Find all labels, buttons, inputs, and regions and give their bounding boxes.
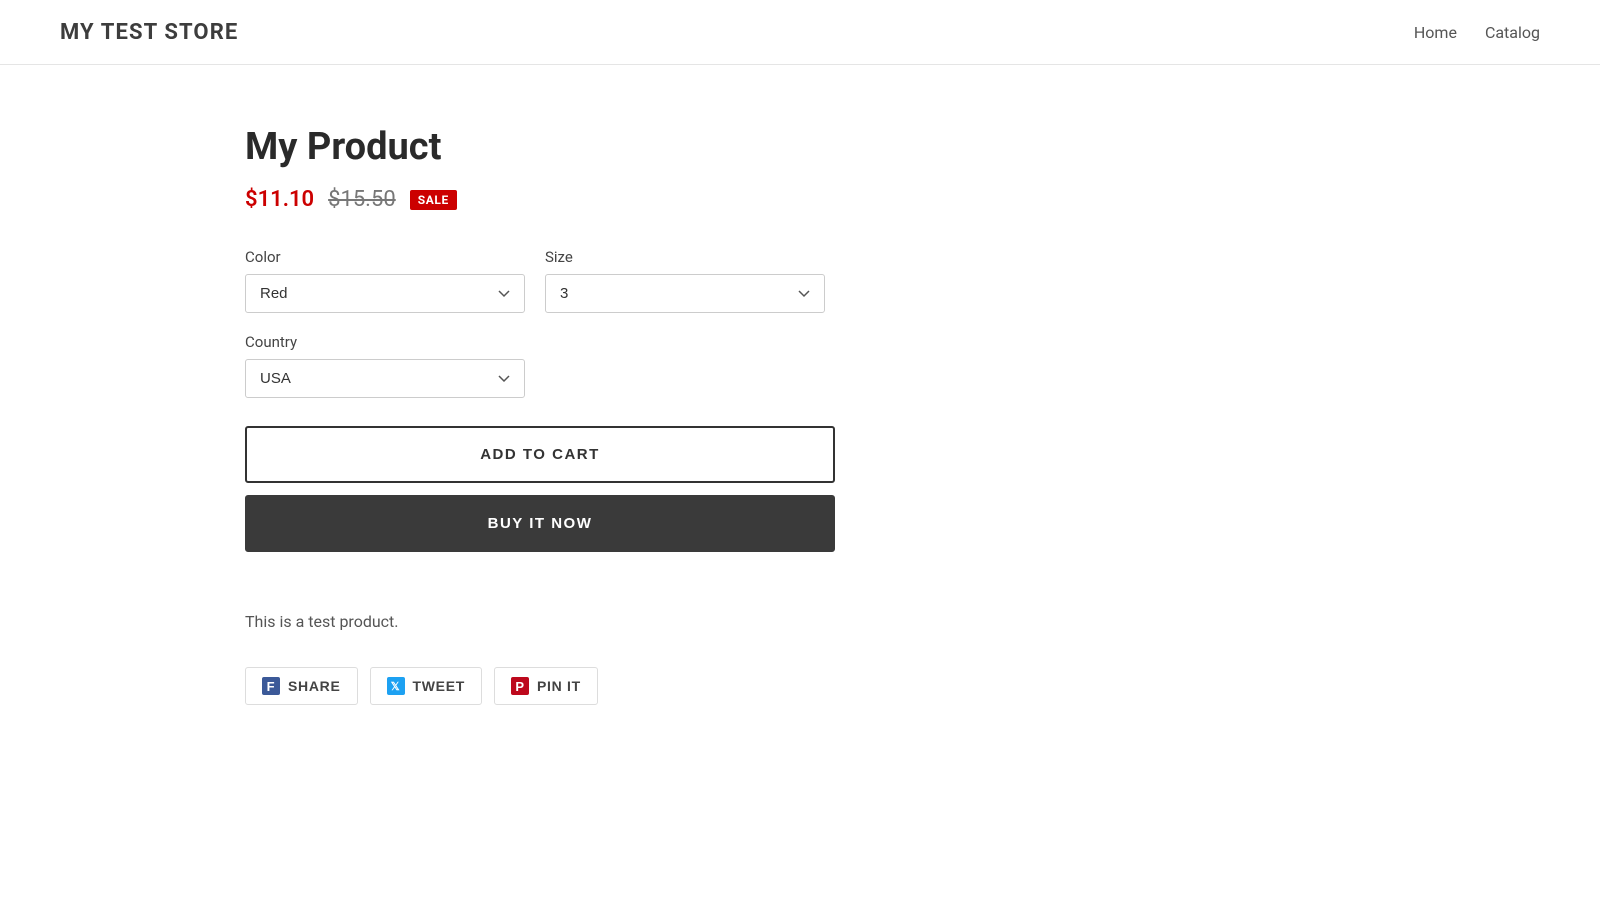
product-description: This is a test product. <box>245 612 1540 631</box>
size-variant-group: Size 1 2 3 4 <box>545 248 825 313</box>
pinterest-icon: P <box>511 677 529 695</box>
buy-now-button[interactable]: BUY IT NOW <box>245 495 835 552</box>
facebook-share-label: SHARE <box>288 678 341 694</box>
buttons-section: ADD TO CART BUY IT NOW <box>245 426 835 552</box>
pinterest-pin-button[interactable]: P PIN IT <box>494 667 598 705</box>
nav-home[interactable]: Home <box>1414 23 1457 42</box>
nav-catalog[interactable]: Catalog <box>1485 23 1540 42</box>
twitter-icon: 𝕏 <box>387 677 405 695</box>
facebook-icon: f <box>262 677 280 695</box>
main-nav: Home Catalog <box>1414 23 1540 42</box>
price-sale: $11.10 <box>245 187 314 212</box>
sale-badge: SALE <box>410 190 457 210</box>
first-variants-row: Color Red Blue Green Size 1 2 3 4 <box>245 248 1540 313</box>
tweet-label: TWEET <box>413 678 466 694</box>
country-variant-group: Country USA UK Canada <box>245 333 1540 398</box>
color-variant-group: Color Red Blue Green <box>245 248 525 313</box>
price-row: $11.10 $15.50 SALE <box>245 187 1540 212</box>
facebook-share-button[interactable]: f SHARE <box>245 667 358 705</box>
variants-section: Color Red Blue Green Size 1 2 3 4 Countr… <box>245 248 1540 398</box>
size-select[interactable]: 1 2 3 4 <box>545 274 825 313</box>
twitter-tweet-button[interactable]: 𝕏 TWEET <box>370 667 483 705</box>
country-select[interactable]: USA UK Canada <box>245 359 525 398</box>
price-original: $15.50 <box>328 187 396 212</box>
add-to-cart-button[interactable]: ADD TO CART <box>245 426 835 483</box>
product-title: My Product <box>245 125 1540 169</box>
size-label: Size <box>545 248 825 266</box>
pin-label: PIN IT <box>537 678 581 694</box>
color-select[interactable]: Red Blue Green <box>245 274 525 313</box>
color-label: Color <box>245 248 525 266</box>
store-name: MY TEST STORE <box>60 20 238 45</box>
country-label: Country <box>245 333 1540 351</box>
social-share: f SHARE 𝕏 TWEET P PIN IT <box>245 667 1540 705</box>
